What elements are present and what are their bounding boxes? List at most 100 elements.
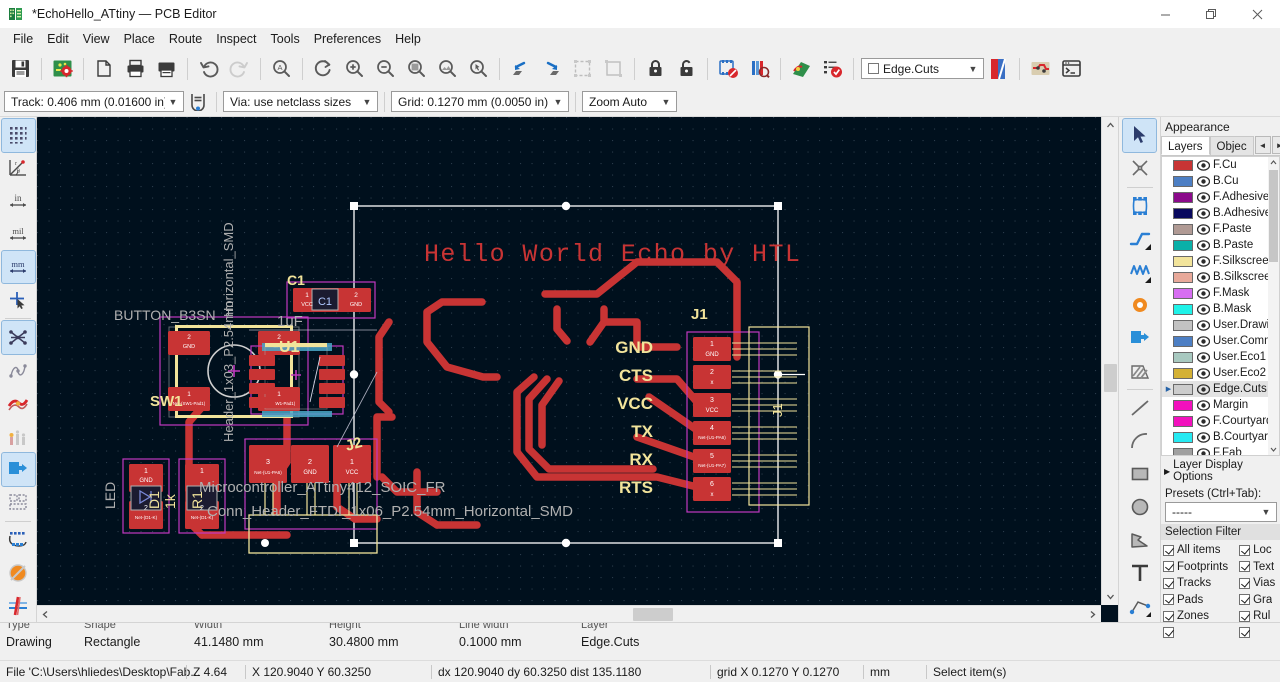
eye-icon[interactable] xyxy=(1197,287,1210,299)
draw-rectangle-tool-button[interactable] xyxy=(1123,458,1156,491)
eye-icon[interactable] xyxy=(1197,191,1210,203)
layer-color-swatch[interactable] xyxy=(1173,175,1193,187)
selection-filter-row[interactable]: Tracks xyxy=(1163,575,1237,592)
units-mils-button[interactable]: mil xyxy=(2,218,35,251)
layer-select-combo[interactable]: Edge.Cuts ▼ xyxy=(861,58,984,79)
layer-row[interactable]: Margin xyxy=(1162,397,1279,413)
draw-arc-tool-button[interactable] xyxy=(1123,425,1156,458)
menu-view[interactable]: View xyxy=(76,29,117,49)
3d-viewer-button[interactable] xyxy=(786,53,817,84)
menu-preferences[interactable]: Preferences xyxy=(307,29,388,49)
layer-list[interactable]: F.Cu B.Cu F.Adhesive B.Adhesive F.Paste B.Pas… xyxy=(1161,156,1280,456)
checkbox[interactable] xyxy=(1239,561,1251,573)
pcb-canvas[interactable]: Hello World Echo by HTL 2 GND 2 1 Net-(S… xyxy=(37,117,1101,605)
menu-file[interactable]: File xyxy=(6,29,40,49)
pcb-drawing[interactable]: Hello World Echo by HTL 2 GND 2 1 Net-(S… xyxy=(37,117,1101,605)
checkbox[interactable] xyxy=(1239,594,1251,606)
canvas-horizontal-scrollbar[interactable] xyxy=(37,605,1101,622)
eye-icon[interactable] xyxy=(1197,415,1210,427)
add-footprint-tool-button[interactable] xyxy=(1123,190,1156,223)
minimize-button[interactable] xyxy=(1142,0,1188,28)
scripting-console-button[interactable] xyxy=(1056,53,1087,84)
layer-row[interactable]: B.Courtyard xyxy=(1162,429,1279,445)
page-settings-button[interactable] xyxy=(89,53,120,84)
checkbox[interactable] xyxy=(1163,544,1174,556)
layer-pair-button[interactable] xyxy=(984,53,1014,84)
selection-filter-row[interactable]: Pads xyxy=(1163,592,1237,609)
layer-color-swatch[interactable] xyxy=(1173,191,1193,203)
zoom-out-button[interactable] xyxy=(370,53,401,84)
layer-row[interactable]: User.Eco2 xyxy=(1162,365,1279,381)
checkbox[interactable] xyxy=(1163,577,1174,589)
eye-icon[interactable] xyxy=(1197,207,1210,219)
layer-color-swatch[interactable] xyxy=(1173,447,1193,455)
checkbox[interactable] xyxy=(1239,627,1251,639)
selection-filter-row[interactable]: Gra xyxy=(1239,592,1278,609)
eye-icon[interactable] xyxy=(1197,367,1210,379)
checkbox[interactable] xyxy=(1163,627,1174,639)
layer-row[interactable]: F.Courtyard xyxy=(1162,413,1279,429)
add-dimension-tool-button[interactable] xyxy=(1123,589,1156,622)
zone-outline-mode-button[interactable] xyxy=(2,486,35,519)
vertical-scroll-thumb[interactable] xyxy=(1104,364,1117,392)
eye-icon[interactable] xyxy=(1197,303,1210,315)
layer-scroll-down-button[interactable] xyxy=(1268,444,1279,455)
checkbox[interactable] xyxy=(1163,610,1174,622)
layer-color-swatch[interactable] xyxy=(1173,319,1193,331)
track-edit-button[interactable] xyxy=(186,90,210,114)
close-button[interactable] xyxy=(1234,0,1280,28)
layer-row[interactable]: F.Paste xyxy=(1162,221,1279,237)
full-crosshair-button[interactable] xyxy=(2,283,35,316)
layer-row[interactable]: B.Cu xyxy=(1162,173,1279,189)
show-ratsnest-button[interactable] xyxy=(0,320,36,356)
group-button[interactable] xyxy=(567,53,598,84)
layer-row[interactable]: F.Cu xyxy=(1162,157,1279,173)
menu-route[interactable]: Route xyxy=(162,29,209,49)
eye-icon[interactable] xyxy=(1197,223,1210,235)
checkbox[interactable] xyxy=(1239,577,1251,589)
eye-icon[interactable] xyxy=(1197,351,1210,363)
canvas-vertical-scrollbar[interactable] xyxy=(1101,117,1118,605)
layer-color-swatch[interactable] xyxy=(1173,383,1193,395)
eye-icon[interactable] xyxy=(1197,239,1210,251)
rotate-cw-button[interactable] xyxy=(536,53,567,84)
print-button[interactable] xyxy=(120,53,151,84)
layer-color-swatch[interactable] xyxy=(1173,351,1193,363)
layer-color-swatch[interactable] xyxy=(1173,431,1193,443)
eye-icon[interactable] xyxy=(1197,447,1210,455)
units-inches-button[interactable]: in xyxy=(2,185,35,218)
net-inspector-button[interactable] xyxy=(1025,53,1056,84)
presets-combo[interactable]: ----- ▼ xyxy=(1165,502,1277,522)
drc-button[interactable] xyxy=(817,53,848,84)
rotate-ccw-button[interactable] xyxy=(505,53,536,84)
zoom-fit-page-button[interactable] xyxy=(401,53,432,84)
layer-row[interactable]: B.Adhesive xyxy=(1162,205,1279,221)
grid-size-combo[interactable]: Grid: 0.1270 mm (0.0050 in) ▼ xyxy=(391,91,569,112)
find-button[interactable]: A xyxy=(266,53,297,84)
layer-scroll-up-button[interactable] xyxy=(1268,157,1279,168)
layer-color-swatch[interactable] xyxy=(1173,335,1193,347)
zoom-level-combo[interactable]: Zoom Auto ▼ xyxy=(582,91,677,112)
refresh-button[interactable] xyxy=(308,53,339,84)
add-zone-tool-button[interactable] xyxy=(1123,321,1156,354)
layer-row[interactable]: F.Mask xyxy=(1162,285,1279,301)
layer-row[interactable]: ▶ Edge.Cuts xyxy=(1162,381,1279,397)
menu-help[interactable]: Help xyxy=(388,29,428,49)
eye-icon[interactable] xyxy=(1197,335,1210,347)
eye-icon[interactable] xyxy=(1197,255,1210,267)
draw-line-tool-button[interactable] xyxy=(1123,392,1156,425)
draw-circle-tool-button[interactable] xyxy=(1123,491,1156,524)
footprint-sketch-button[interactable] xyxy=(2,524,35,557)
checkbox[interactable] xyxy=(1239,610,1251,622)
route-diffpair-tool-button[interactable] xyxy=(1123,256,1156,289)
layer-row[interactable]: B.Mask xyxy=(1162,301,1279,317)
eye-icon[interactable] xyxy=(1197,175,1210,187)
layer-color-swatch[interactable] xyxy=(1173,271,1193,283)
eye-icon[interactable] xyxy=(1197,319,1210,331)
layer-list-scrollbar[interactable] xyxy=(1268,157,1279,455)
layer-row[interactable]: B.Silkscreen xyxy=(1162,269,1279,285)
scroll-left-button[interactable] xyxy=(37,606,54,623)
undo-button[interactable] xyxy=(193,53,224,84)
selection-filter-row[interactable]: Vias xyxy=(1239,575,1278,592)
layer-color-swatch[interactable] xyxy=(1173,399,1193,411)
